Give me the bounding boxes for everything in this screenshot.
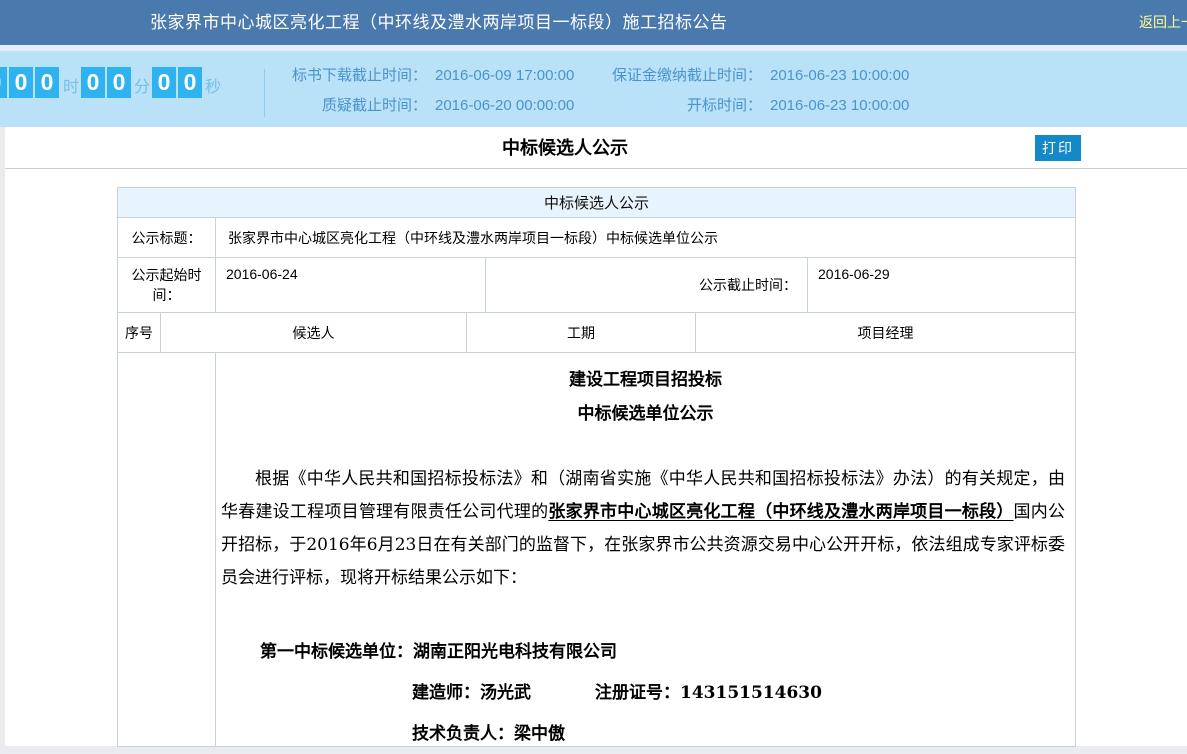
deadline-value: 2016-06-23 10:00:00 bbox=[770, 67, 909, 84]
builder-line: 建造师：汤光武 注册证号：143151514630 bbox=[412, 678, 1075, 703]
seq-empty-cell bbox=[118, 353, 216, 746]
countdown-second-label: 秒 bbox=[205, 78, 221, 98]
column-header-duration: 工期 bbox=[467, 313, 696, 352]
deadline-bar: 0 0 0 时 0 0 分 0 0 秒 标书下载截止时间： 2016-06-09 … bbox=[0, 51, 1187, 127]
deadline-label: 保证金缴纳截止时间： bbox=[592, 64, 762, 85]
deadline-value: 2016-06-20 00:00:00 bbox=[435, 97, 574, 114]
publicity-end-value: 2016-06-29 bbox=[808, 258, 1075, 312]
page-title: 中标候选人公示 bbox=[5, 127, 1125, 169]
cert-label: 注册证号： bbox=[595, 683, 680, 703]
print-button[interactable]: 打印 bbox=[1035, 135, 1081, 161]
deadline-doc-download: 标书下载截止时间： 2016-06-09 17:00:00 bbox=[272, 64, 574, 85]
tech-label: 技术负责人： bbox=[412, 724, 514, 744]
column-header-manager: 项目经理 bbox=[696, 313, 1075, 352]
publicity-dates-row: 公示起始时间： 2016-06-24 公示截止时间： 2016-06-29 bbox=[118, 258, 1075, 313]
deadline-value: 2016-06-09 17:00:00 bbox=[435, 67, 574, 84]
paragraph-project-name: 张家界市中心城区亮化工程（中环线及澧水两岸项目一标段） bbox=[548, 502, 1013, 522]
tech-name: 梁中傲 bbox=[514, 724, 565, 744]
publicity-end-label: 公示截止时间： bbox=[486, 258, 808, 312]
page-header-title: 张家界市中心城区亮化工程（中环线及澧水两岸项目一标段）施工招标公告 bbox=[150, 0, 728, 45]
countdown-digit: 0 bbox=[107, 67, 131, 98]
table-title-row: 中标候选人公示 bbox=[118, 188, 1075, 218]
document-heading-1: 建设工程项目招投标 bbox=[216, 369, 1075, 391]
publicity-start-value: 2016-06-24 bbox=[216, 258, 486, 312]
winner-label: 第一中标候选单位： bbox=[260, 642, 413, 662]
table-title: 中标候选人公示 bbox=[544, 192, 649, 213]
document-paragraph: 根据《中华人民共和国招标投标法》和（湖南省实施《中华人民共和国招标投标法》办法）… bbox=[216, 463, 1075, 595]
tech-line: 技术负责人：梁中傲 bbox=[412, 719, 1075, 744]
document-content: 建设工程项目招投标 中标候选单位公示 根据《中华人民共和国招标投标法》和（湖南省… bbox=[216, 353, 1075, 746]
bottom-page-margin bbox=[0, 746, 1187, 754]
deadline-label: 标书下载截止时间： bbox=[272, 64, 427, 85]
vertical-divider bbox=[264, 69, 265, 117]
column-header-row: 序号 候选人 工期 项目经理 bbox=[118, 313, 1075, 353]
document-body-row: 建设工程项目招投标 中标候选单位公示 根据《中华人民共和国招标投标法》和（湖南省… bbox=[118, 353, 1075, 746]
back-link[interactable]: 返回上一页 bbox=[1139, 0, 1187, 45]
left-page-margin bbox=[0, 127, 5, 747]
winner-line: 第一中标候选单位：湖南正阳光电科技有限公司 bbox=[260, 637, 1075, 662]
announce-title-value: 张家界市中心城区亮化工程（中环线及澧水两岸项目一标段）中标候选单位公示 bbox=[216, 218, 1075, 257]
builder-name: 汤光武 bbox=[480, 683, 531, 703]
deadline-value: 2016-06-23 10:00:00 bbox=[770, 97, 909, 114]
top-header-bar: 张家界市中心城区亮化工程（中环线及澧水两岸项目一标段）施工招标公告 返回上一页 bbox=[0, 0, 1187, 45]
countdown-digit: 0 bbox=[35, 67, 59, 98]
deadline-deposit: 保证金缴纳截止时间： 2016-06-23 10:00:00 bbox=[592, 64, 909, 85]
cert-number: 143151514630 bbox=[680, 683, 822, 703]
winner-company: 湖南正阳光电科技有限公司 bbox=[413, 642, 617, 662]
announce-title-row: 公示标题： 张家界市中心城区亮化工程（中环线及澧水两岸项目一标段）中标候选单位公… bbox=[118, 218, 1075, 258]
announce-title-label: 公示标题： bbox=[118, 218, 216, 257]
deadline-label: 质疑截止时间： bbox=[272, 94, 427, 115]
deadline-bid-opening: 开标时间： 2016-06-23 10:00:00 bbox=[592, 94, 909, 115]
countdown-hour-label: 时 bbox=[63, 78, 79, 98]
countdown-minute-label: 分 bbox=[134, 78, 150, 98]
deadline-label: 开标时间： bbox=[592, 94, 762, 115]
countdown-digit-cut: 0 bbox=[0, 67, 7, 98]
page-title-row: 中标候选人公示 打印 bbox=[5, 127, 1187, 169]
column-header-candidate: 候选人 bbox=[161, 313, 467, 352]
publicity-start-label: 公示起始时间： bbox=[118, 258, 216, 312]
column-header-seq: 序号 bbox=[118, 313, 161, 352]
document-heading-2: 中标候选单位公示 bbox=[216, 403, 1075, 425]
deadline-question: 质疑截止时间： 2016-06-20 00:00:00 bbox=[272, 94, 574, 115]
countdown-digit: 0 bbox=[81, 67, 105, 98]
countdown-digit: 0 bbox=[178, 67, 202, 98]
builder-label: 建造师： bbox=[412, 683, 480, 703]
countdown-digit: 0 bbox=[9, 67, 33, 98]
countdown-digit: 0 bbox=[152, 67, 176, 98]
announcement-table: 中标候选人公示 公示标题： 张家界市中心城区亮化工程（中环线及澧水两岸项目一标段… bbox=[117, 187, 1076, 747]
